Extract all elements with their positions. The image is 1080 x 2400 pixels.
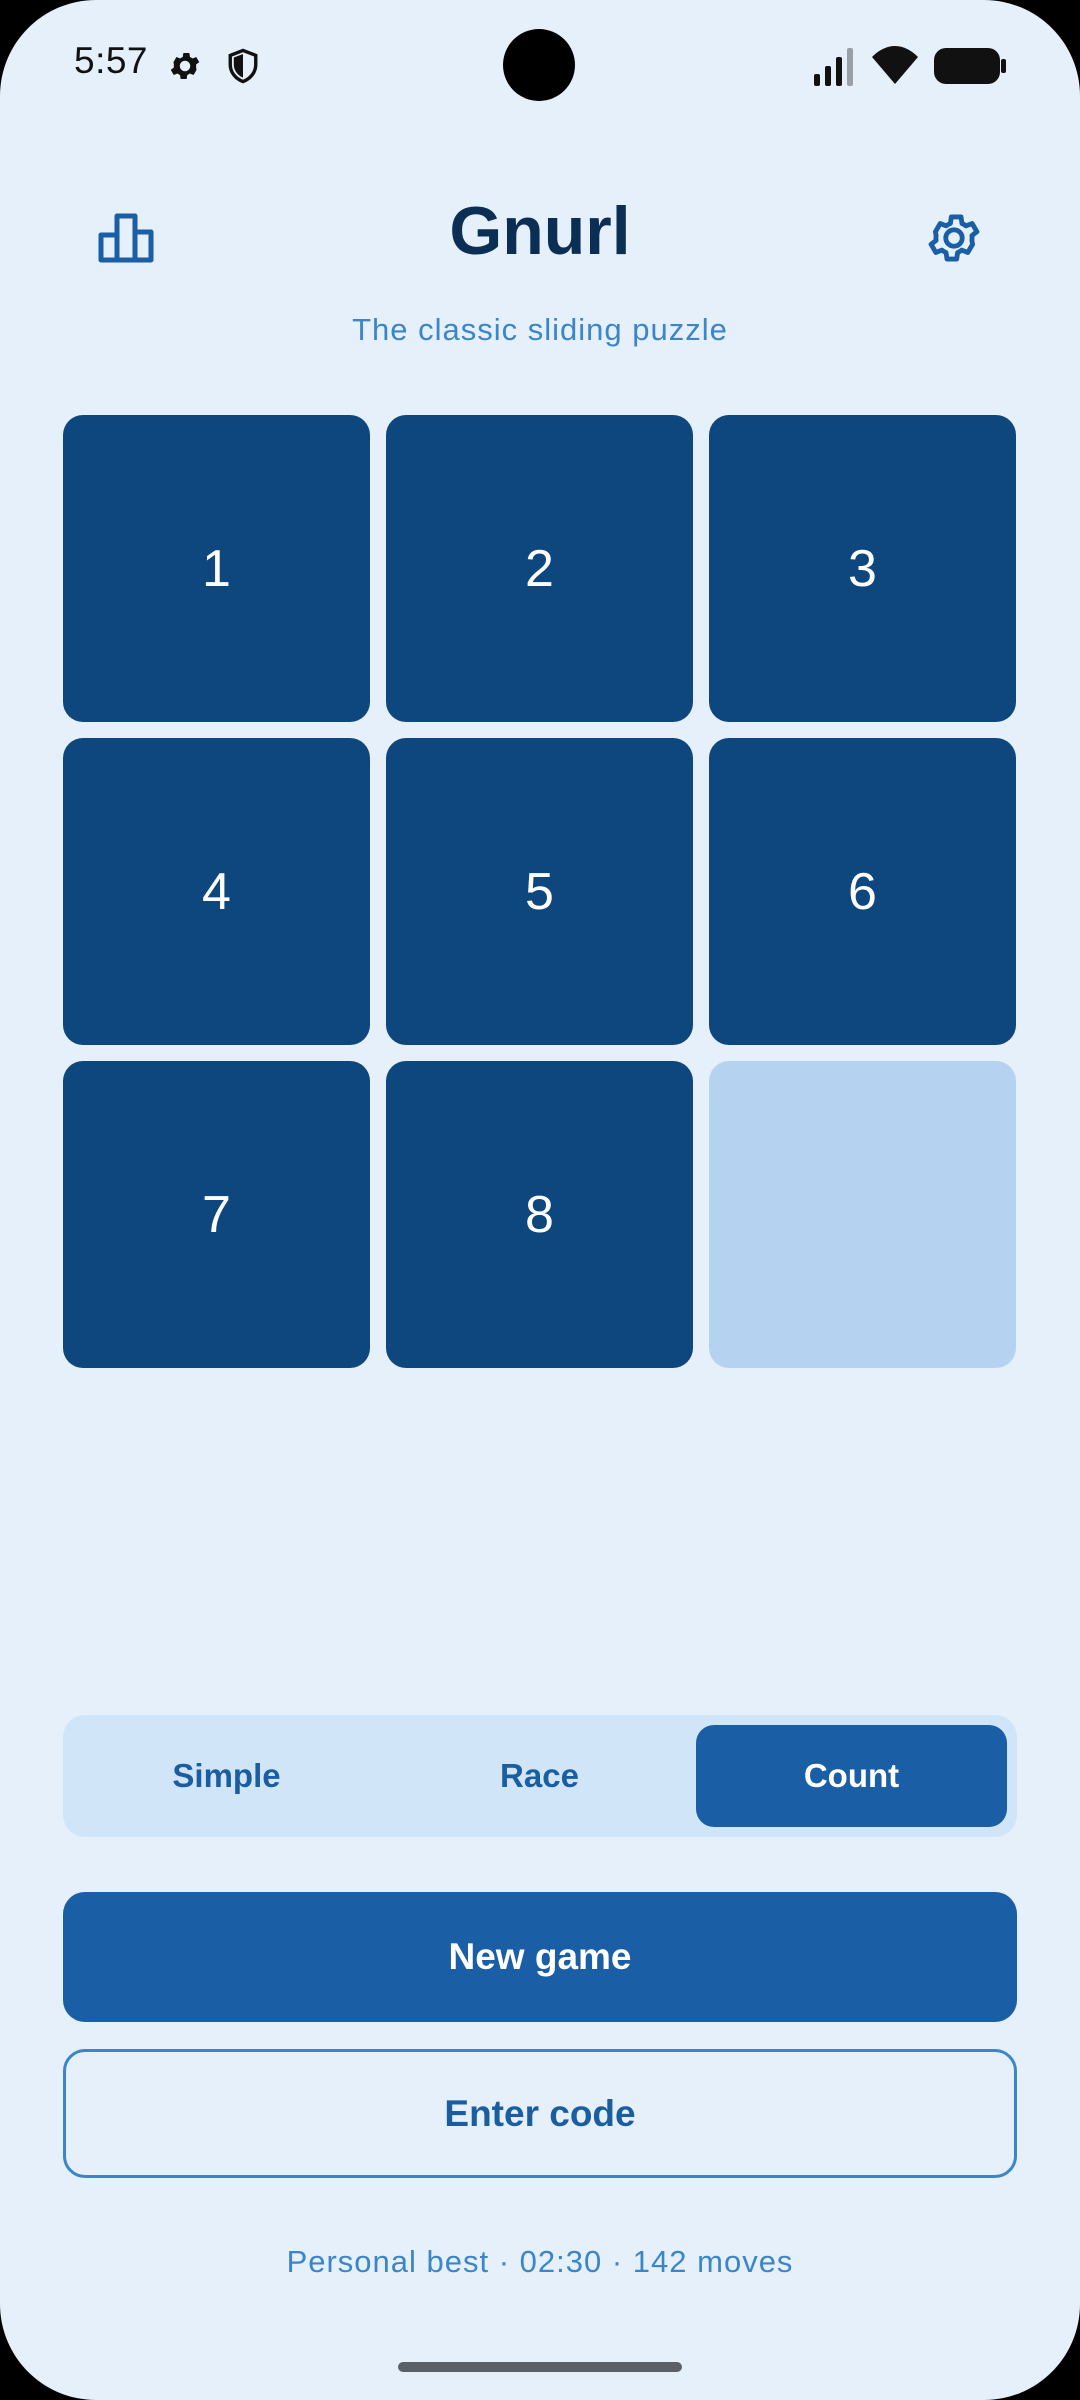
new-game-button[interactable]: New game: [63, 1892, 1017, 2022]
puzzle-tile[interactable]: 2: [386, 415, 693, 722]
settings-button[interactable]: [906, 190, 1002, 286]
puzzle-tile[interactable]: 5: [386, 738, 693, 1045]
personal-best: Personal best · 02:30 · 142 moves: [286, 2244, 794, 2279]
gear-icon: [928, 214, 980, 262]
mode-race[interactable]: Race: [384, 1725, 695, 1827]
status-time: 5:57: [74, 40, 149, 81]
puzzle-board: 1 2 3 4 5 6 7 8: [63, 415, 1017, 1369]
wifi-icon: [872, 46, 918, 84]
puzzle-tile[interactable]: 1: [63, 415, 370, 722]
puzzle-tile[interactable]: 8: [386, 1061, 693, 1368]
front-camera: [503, 29, 575, 101]
home-indicator[interactable]: [398, 2362, 682, 2372]
phone-screen: 5:57 Gnurl The classic sliding puzzle 1 …: [0, 0, 1080, 2400]
mode-simple[interactable]: Simple: [71, 1725, 382, 1827]
puzzle-tile[interactable]: 4: [63, 738, 370, 1045]
signal-icon: [814, 48, 853, 86]
settings-icon: [170, 52, 200, 80]
mode-count[interactable]: Count: [696, 1725, 1007, 1827]
puzzle-tile[interactable]: 3: [709, 415, 1016, 722]
shield-icon: [228, 48, 258, 84]
empty-slot: [709, 1061, 1016, 1368]
battery-icon: [934, 48, 1006, 84]
puzzle-tile[interactable]: 7: [63, 1061, 370, 1368]
puzzle-tile[interactable]: 6: [709, 738, 1016, 1045]
mode-selector: Simple Race Count: [63, 1715, 1017, 1837]
enter-code-button[interactable]: Enter code: [63, 2049, 1017, 2178]
status-bar: 5:57: [0, 0, 1080, 130]
page-subtitle: The classic sliding puzzle: [352, 312, 728, 347]
